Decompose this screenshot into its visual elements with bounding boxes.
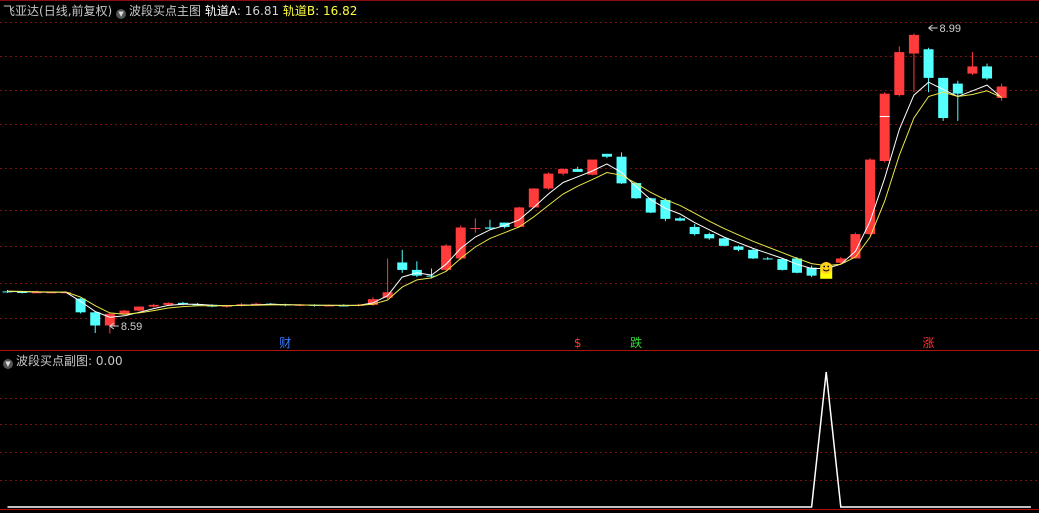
candle-body — [762, 258, 773, 260]
kline-chart[interactable]: 8.59 8.99 财 $ 跌 涨 — [0, 0, 1039, 513]
candle-body — [704, 234, 715, 239]
candle-body — [879, 93, 890, 162]
event-label-cai: 财 — [279, 336, 291, 350]
line-a-series — [7, 81, 1003, 318]
sub-indicator-name[interactable]: 波段买点副图 — [16, 354, 88, 368]
candle-body — [90, 312, 101, 326]
smiley-eye — [827, 265, 830, 268]
candle-body — [558, 169, 569, 174]
smiley-eye — [823, 265, 826, 268]
candle-body — [470, 228, 481, 230]
candle-body — [733, 246, 744, 250]
candle-body — [777, 259, 788, 270]
event-label-dollar: $ — [574, 336, 582, 350]
indicator-menu-icon[interactable]: ▼ — [116, 9, 127, 19]
candle-body — [894, 52, 905, 96]
candle-body — [601, 153, 612, 157]
sub-indicator-line — [7, 371, 1031, 508]
main-indicator-name[interactable]: 波段买点主图 — [129, 4, 201, 18]
sub-header: ▼ 波段买点副图: 0.00 — [3, 354, 123, 369]
candle-body — [645, 198, 656, 213]
candle-body — [938, 77, 949, 119]
candle-body — [967, 66, 978, 74]
smiley-icon — [820, 262, 833, 274]
candle-body — [119, 310, 130, 314]
candle-body — [572, 169, 583, 172]
candle-body — [718, 238, 729, 246]
event-label-zhang: 涨 — [923, 335, 935, 350]
sub-indicator-value: : 0.00 — [88, 354, 123, 368]
candle-body — [134, 306, 145, 311]
line-a-label: 轨道A — [204, 4, 237, 18]
candle-body — [982, 66, 993, 79]
candle-body — [455, 227, 466, 259]
stock-name[interactable]: 飞亚达 — [3, 4, 39, 18]
candle-body — [952, 83, 963, 94]
candle-body — [675, 218, 686, 221]
line-b-label: 轨道B — [282, 4, 316, 18]
price-annotation: 8.99 — [940, 23, 961, 35]
line-a-readout: 轨道A: 16.81 — [205, 4, 279, 18]
candle-body — [397, 262, 408, 270]
candle-body — [923, 49, 934, 78]
period-label[interactable]: (日线,前复权) — [39, 4, 112, 18]
sub-indicator-menu-icon[interactable]: ▼ — [3, 359, 13, 369]
candle-body — [689, 226, 700, 235]
candle-body — [748, 249, 759, 259]
candle-body — [543, 173, 554, 189]
line-a-value: : 16.81 — [236, 4, 280, 18]
candle-body — [908, 34, 919, 54]
price-annotation: 8.59 — [121, 321, 142, 333]
main-header: 飞亚达(日线,前复权) ▼ 波段买点主图 轨道A: 16.81 轨道B: 16.8… — [3, 4, 357, 19]
candle-body — [163, 302, 174, 305]
line-b-readout: 轨道B: 16.82 — [283, 4, 357, 18]
candle-body — [148, 304, 159, 307]
event-label-die: 跌 — [630, 335, 642, 350]
line-b-value: : 16.82 — [315, 4, 358, 18]
candle-body — [865, 159, 876, 235]
candle-body — [75, 298, 86, 313]
